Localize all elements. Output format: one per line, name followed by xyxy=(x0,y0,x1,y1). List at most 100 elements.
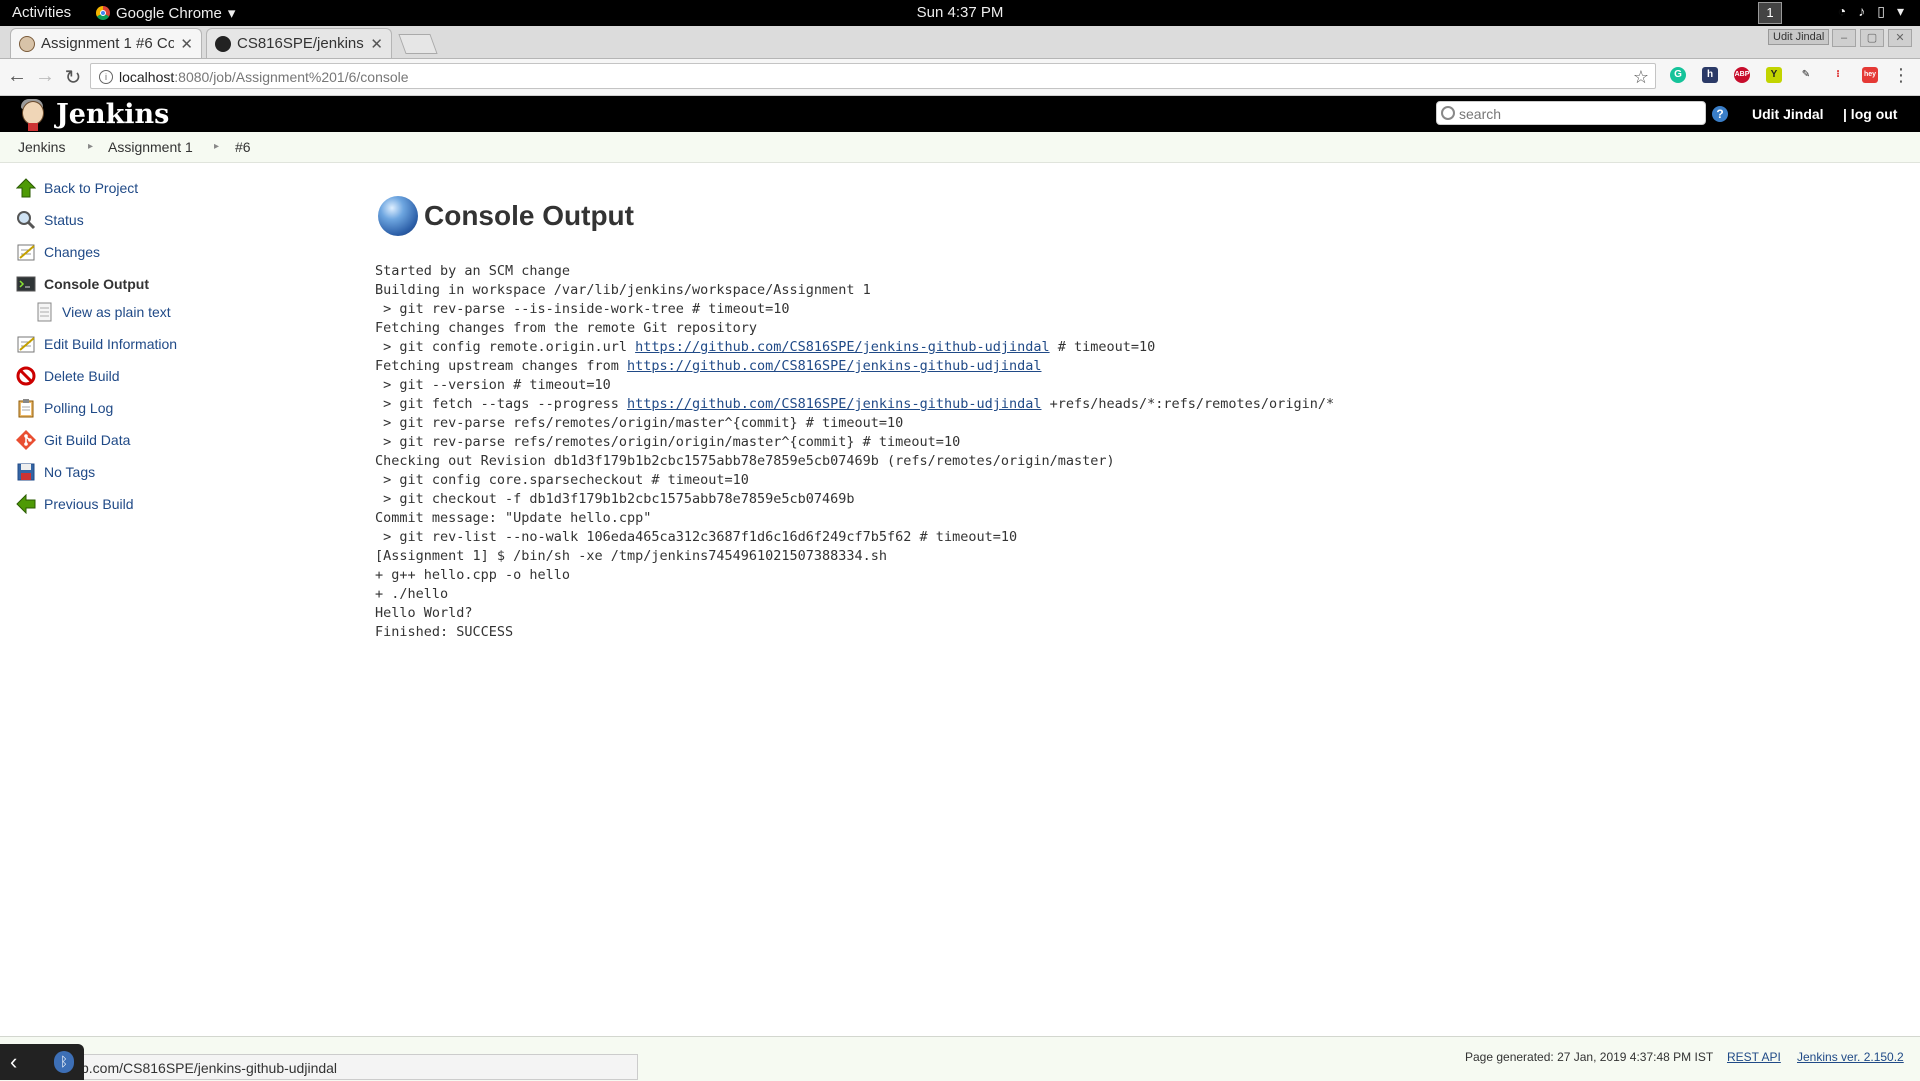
console-line: [Assignment 1] $ /bin/sh -xe /tmp/jenkin… xyxy=(375,548,888,564)
console-line: > git rev-parse --is-inside-work-tree # … xyxy=(375,301,790,317)
side-item-back-to-project[interactable]: Back to Project xyxy=(15,176,139,200)
console-line: > git fetch --tags --progress xyxy=(375,396,627,412)
page-generated-text: Page generated: 27 Jan, 2019 4:37:48 PM … xyxy=(1465,1050,1714,1064)
terminal-icon xyxy=(16,274,36,294)
console-line: + ./hello xyxy=(375,586,449,602)
jenkins-logo[interactable]: Jenkins xyxy=(16,96,169,132)
close-window-icon[interactable]: ✕ xyxy=(1888,29,1912,47)
jenkins-favicon-icon xyxy=(19,35,35,52)
side-item-label: Console Output xyxy=(44,276,149,292)
app-name: Google Chrome xyxy=(116,4,222,22)
breadcrumb-project[interactable]: Assignment 1 xyxy=(108,139,193,155)
repo-link[interactable]: https://github.com/CS816SPE/jenkins-gith… xyxy=(627,396,1042,412)
logout-link[interactable]: | log out xyxy=(1843,106,1897,122)
side-item-git-build-data[interactable]: Git Build Data xyxy=(16,428,130,452)
breadcrumb-jenkins[interactable]: Jenkins xyxy=(18,139,65,155)
user-link[interactable]: Udit Jindal xyxy=(1752,106,1824,122)
new-tab-button[interactable] xyxy=(398,34,438,54)
side-item-no-tags[interactable]: No Tags xyxy=(16,460,95,484)
repo-link[interactable]: https://github.com/CS816SPE/jenkins-gith… xyxy=(627,358,1042,374)
side-item-changes[interactable]: Changes xyxy=(16,240,100,264)
save-icon xyxy=(16,462,36,482)
activities-button[interactable]: Activities xyxy=(12,4,71,21)
forward-icon[interactable]: → xyxy=(34,65,56,88)
breadcrumb-separator-icon[interactable]: ▸ xyxy=(214,141,219,152)
left-arrow-icon xyxy=(16,493,36,515)
console-line: Finished: SUCCESS xyxy=(375,624,514,640)
chevron-left-icon[interactable]: ‹ xyxy=(10,1049,17,1075)
address-bar[interactable]: i localhost:8080/job/Assignment%201/6/co… xyxy=(90,63,1656,89)
info-icon[interactable]: i xyxy=(99,70,113,84)
wifi-icon: ◔ xyxy=(1837,3,1847,19)
browser-tab[interactable]: CS816SPE/jenkins-¨ ✕ xyxy=(206,28,392,58)
console-line: Fetching upstream changes from xyxy=(375,358,627,374)
console-line: Fetching changes from the remote Git rep… xyxy=(375,320,758,336)
git-icon xyxy=(16,430,36,450)
page-title: Console Output xyxy=(378,196,634,236)
side-item-label: Polling Log xyxy=(44,400,114,416)
side-item-label: Delete Build xyxy=(44,368,120,384)
side-item-label: Status xyxy=(44,212,84,228)
link-status-bubble: b.com/CS816SPE/jenkins-github-udjindal xyxy=(0,1054,638,1080)
breadcrumb-separator-icon[interactable]: ▸ xyxy=(88,141,93,152)
red-extension-icon[interactable]: hey xyxy=(1862,67,1878,83)
grammarly-extension-icon[interactable]: G xyxy=(1670,67,1686,83)
bookmark-star-icon[interactable]: ☆ xyxy=(1633,64,1649,90)
side-item-view-plain-text[interactable]: View as plain text xyxy=(34,300,171,324)
side-item-label: Back to Project xyxy=(44,180,139,196)
back-icon[interactable]: ← xyxy=(6,65,28,88)
honey-extension-icon[interactable]: h xyxy=(1702,67,1718,83)
volume-icon: ♪ xyxy=(1858,3,1866,19)
side-item-console-output[interactable]: Console Output xyxy=(16,272,149,296)
build-status-ball-icon xyxy=(378,196,418,236)
breadcrumb-build[interactable]: #6 xyxy=(235,139,251,155)
notepad-icon xyxy=(16,334,36,354)
console-line: > git config core.sparsecheckout # timeo… xyxy=(375,472,749,488)
bluetooth-icon[interactable]: ᛒ xyxy=(54,1051,74,1073)
console-line: + g++ hello.cpp -o hello xyxy=(375,567,571,583)
profile-name[interactable]: Udit Jindal xyxy=(1768,29,1830,45)
no-entry-icon xyxy=(16,366,36,386)
battery-icon: ▯ xyxy=(1877,3,1885,19)
dots-extension-icon[interactable]: ⁝ xyxy=(1830,67,1846,83)
console-line: +refs/heads/*:refs/remotes/origin/* xyxy=(1041,396,1335,412)
github-favicon-icon xyxy=(215,35,231,52)
close-tab-icon[interactable]: ✕ xyxy=(180,35,193,53)
clock[interactable]: Sun 4:37 PM xyxy=(917,4,1004,21)
search-box[interactable]: search xyxy=(1436,101,1706,125)
console-line: Building in workspace /var/lib/jenkins/w… xyxy=(375,282,871,298)
browser-tab-active[interactable]: Assignment 1 #6 Co ✕ xyxy=(10,28,202,58)
adblock-extension-icon[interactable]: ABP xyxy=(1734,67,1750,83)
repo-link[interactable]: https://github.com/CS816SPE/jenkins-gith… xyxy=(635,339,1050,355)
console-line: # timeout=10 xyxy=(1049,339,1156,355)
side-item-previous-build[interactable]: Previous Build xyxy=(16,492,134,516)
workspace-indicator[interactable]: 1 xyxy=(1758,2,1782,24)
side-item-delete-build[interactable]: Delete Build xyxy=(16,364,120,388)
url-host: localhost xyxy=(119,69,175,85)
close-tab-icon[interactable]: ✕ xyxy=(370,35,383,53)
app-menu[interactable]: Google Chrome ▾ xyxy=(96,4,235,22)
maximize-icon[interactable]: ▢ xyxy=(1860,29,1884,47)
yellow-extension-icon[interactable]: Y xyxy=(1766,67,1782,83)
browser-toolbar: ← → ↻ i localhost:8080/job/Assignment%20… xyxy=(0,59,1920,96)
side-item-label: Edit Build Information xyxy=(44,336,178,352)
minimize-icon[interactable]: – xyxy=(1832,29,1856,47)
jenkins-title: Jenkins xyxy=(56,98,170,130)
console-line: > git checkout -f db1d3f179b1b2cbc1575ab… xyxy=(375,491,855,507)
reload-icon[interactable]: ↻ xyxy=(62,65,84,90)
help-icon[interactable]: ? xyxy=(1712,106,1728,122)
side-item-edit-build-information[interactable]: Edit Build Information xyxy=(16,332,177,356)
rest-api-link[interactable]: REST API xyxy=(1727,1050,1781,1064)
jenkins-version-link[interactable]: Jenkins ver. 2.150.2 xyxy=(1797,1050,1904,1064)
side-item-polling-log[interactable]: Polling Log xyxy=(16,396,113,420)
system-tray[interactable]: ◔ ♪ ▯ ▾ xyxy=(1838,3,1904,20)
side-item-status[interactable]: Status xyxy=(16,208,84,232)
tab-title: Assignment 1 #6 Co xyxy=(41,35,175,52)
console-line: > git --version # timeout=10 xyxy=(375,377,611,393)
magnifier-icon xyxy=(16,210,36,230)
feather-extension-icon[interactable]: ✎ xyxy=(1798,67,1814,83)
chrome-menu-icon[interactable]: ⋮ xyxy=(1892,65,1910,86)
console-line: Started by an SCM change xyxy=(375,263,571,279)
breadcrumb: Jenkins ▸ Assignment 1 ▸ #6 xyxy=(0,132,1920,163)
console-line: > git config remote.origin.url xyxy=(375,339,636,355)
